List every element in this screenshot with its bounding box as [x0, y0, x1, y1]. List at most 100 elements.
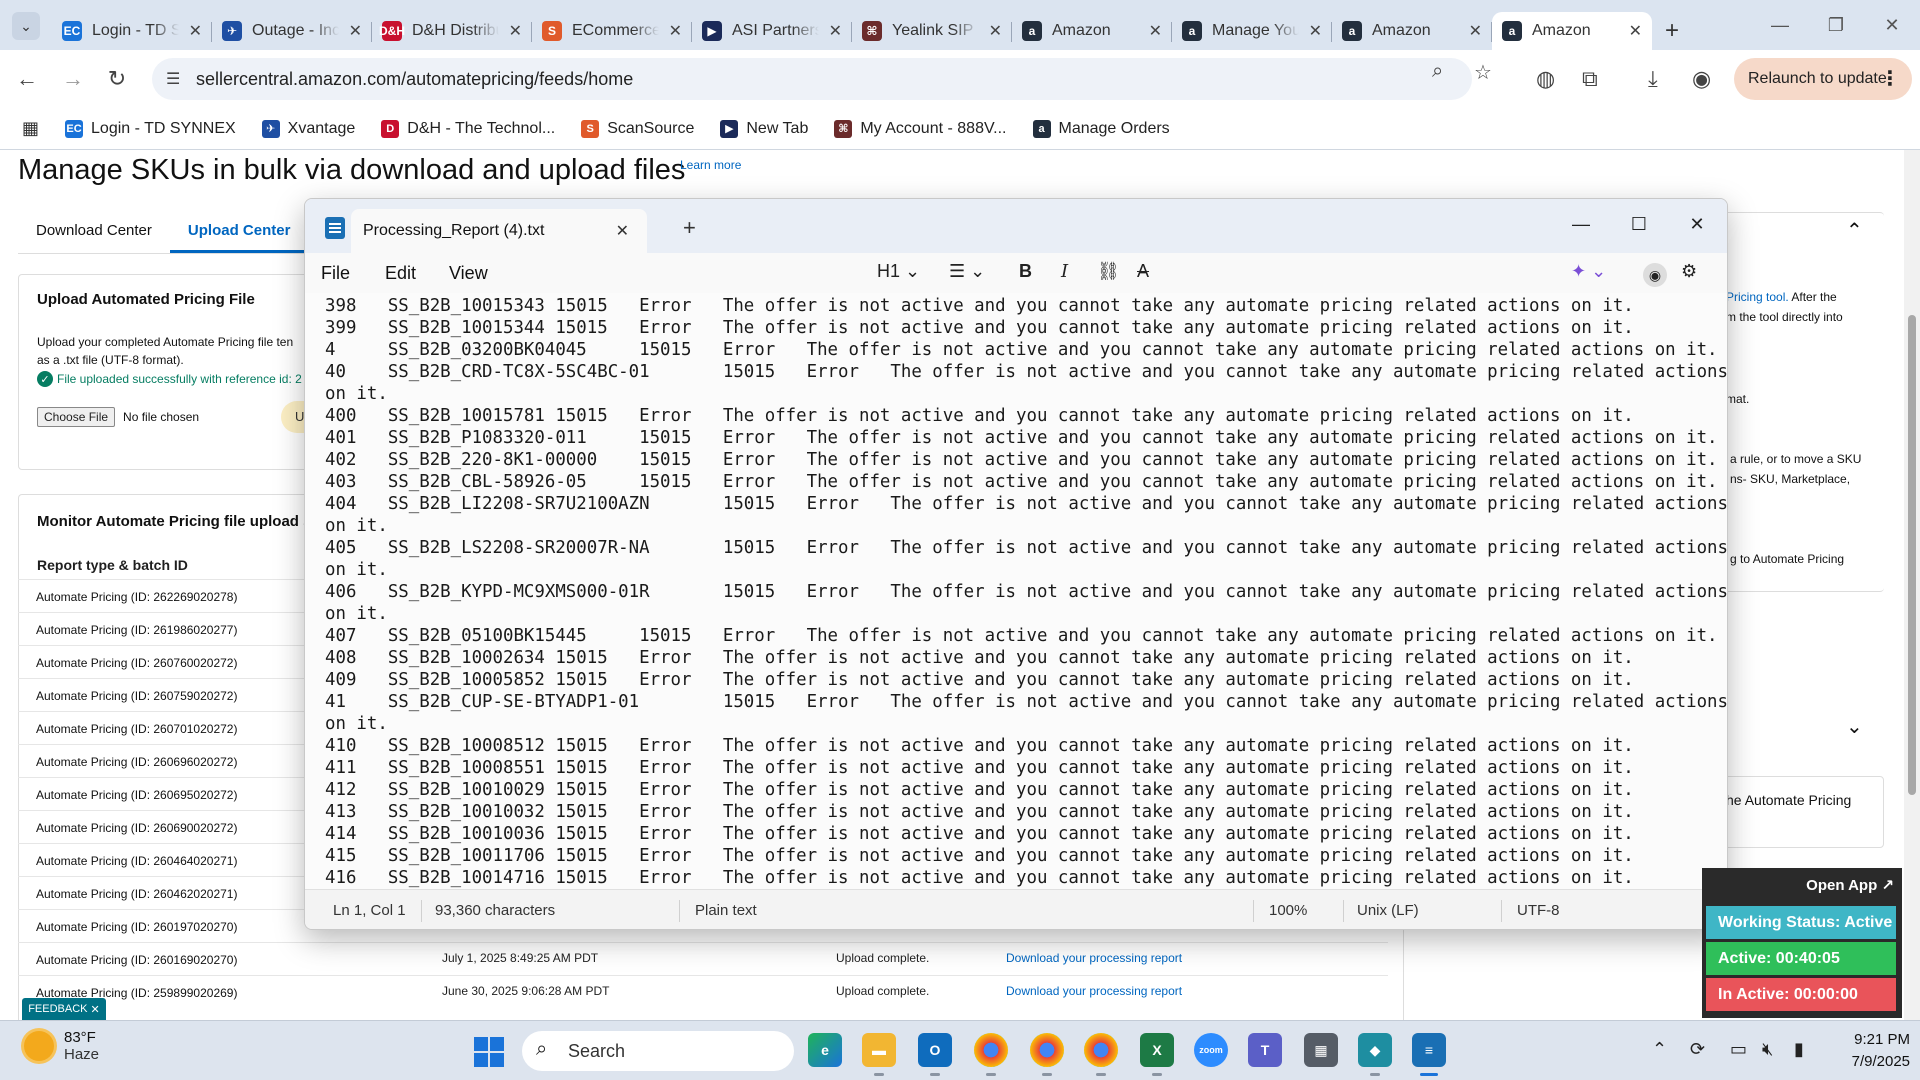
browser-tab[interactable]: a Amazon ✕ [1492, 12, 1652, 50]
close-tab-icon[interactable]: ✕ [1149, 21, 1162, 41]
collapse-chevron-up-icon[interactable]: ⌃ [1846, 218, 1863, 243]
profile-avatar-icon[interactable]: ◉ [1692, 66, 1711, 92]
italic-icon[interactable]: I [1061, 261, 1068, 282]
close-window-icon[interactable]: ✕ [1864, 0, 1920, 50]
link-icon[interactable]: ⛓ [1097, 261, 1120, 282]
more-menu-icon[interactable]: ⋮ [1880, 66, 1900, 91]
restore-window-icon[interactable]: ❐ [1808, 0, 1864, 50]
scrollbar-thumb[interactable] [1908, 315, 1916, 795]
notepad-file-tab[interactable]: Processing_Report (4).txt ✕ [351, 209, 647, 253]
back-arrow-icon[interactable]: ← [12, 64, 42, 94]
teams-icon[interactable]: T [1248, 1033, 1282, 1067]
settings-gear-icon[interactable]: ⚙ [1681, 261, 1697, 282]
clear-formatting-icon[interactable]: A [1137, 261, 1149, 282]
close-tab-icon[interactable]: ✕ [1629, 21, 1642, 41]
display-icon[interactable]: ▭ [1730, 1039, 1747, 1060]
reload-icon[interactable]: ↻ [102, 64, 132, 94]
menu-view[interactable]: View [449, 263, 488, 284]
cursor-position: Ln 1, Col 1 [333, 902, 406, 919]
site-info-icon[interactable]: ☰ [166, 69, 180, 89]
heading-dropdown[interactable]: H1 ⌄ [877, 261, 920, 282]
notepad-minimize-icon[interactable]: — [1561, 209, 1601, 239]
tab-download-center[interactable]: Download Center [18, 208, 170, 253]
close-tab-icon[interactable]: ✕ [669, 21, 682, 41]
close-tab-icon[interactable]: ✕ [1309, 21, 1322, 41]
windows-start-icon[interactable] [474, 1037, 504, 1067]
close-tab-icon[interactable]: ✕ [829, 21, 842, 41]
battery-icon[interactable]: ▮ [1794, 1039, 1804, 1060]
taskbar-search[interactable]: ⌕ Search [522, 1031, 794, 1071]
bookmark-item[interactable]: EC Login - TD SYNNEX [65, 119, 236, 138]
bookmark-item[interactable]: S ScanSource [581, 119, 694, 138]
tab-search-chevron-icon[interactable]: ⌄ [12, 12, 40, 40]
menu-edit[interactable]: Edit [385, 263, 416, 284]
speaker-muted-icon[interactable]: 🔇︎ [1762, 1039, 1773, 1060]
sync-icon[interactable]: ⟳ [1690, 1039, 1705, 1060]
close-tab-icon[interactable]: ✕ [349, 21, 362, 41]
weather-widget[interactable]: 83°F Haze [24, 1029, 99, 1063]
download-report-link[interactable]: Download your processing report [1006, 951, 1182, 965]
calculator-icon[interactable]: ▦ [1304, 1033, 1338, 1067]
download-report-link[interactable]: Download your processing report [1006, 984, 1182, 998]
tab-title: Outage - Incidents [252, 22, 339, 39]
excel-icon[interactable]: X [1140, 1033, 1174, 1076]
learn-more-link[interactable]: Learn more [680, 158, 741, 172]
bookmark-item[interactable]: ▶ New Tab [720, 119, 808, 138]
notepad-maximize-icon[interactable]: ☐ [1619, 209, 1659, 239]
new-tab-plus-icon[interactable]: + [1652, 12, 1692, 50]
chrome-profile-icon[interactable] [1084, 1033, 1118, 1076]
account-icon[interactable]: ◉ [1643, 263, 1667, 287]
close-tab-icon[interactable]: ✕ [509, 21, 522, 41]
close-tab-icon[interactable]: ✕ [616, 221, 629, 241]
notepad-close-icon[interactable]: ✕ [1677, 209, 1717, 239]
browser-tab[interactable]: ▶ ASI Partners ✕ [692, 12, 852, 50]
tab-upload-center[interactable]: Upload Center [169, 208, 309, 253]
page-scrollbar[interactable] [1904, 150, 1920, 1020]
zoom-icon[interactable]: zoom [1194, 1033, 1228, 1067]
edge-icon[interactable]: e [808, 1033, 842, 1067]
browser-tab[interactable]: EC Login - TD SYNNEX ✕ [52, 12, 212, 50]
new-tab-plus-icon[interactable]: + [683, 215, 696, 241]
menu-file[interactable]: File [321, 263, 350, 284]
relaunch-to-update-button[interactable]: Relaunch to update ⋮ [1734, 58, 1912, 100]
bookmark-item[interactable]: ⌘ My Account - 888V... [834, 119, 1007, 138]
chrome-profile-icon[interactable] [1030, 1033, 1064, 1076]
browser-tab[interactable]: ⌘ Yealink SIP ✕ [852, 12, 1012, 50]
browser-tab[interactable]: a Manage Your ✕ [1172, 12, 1332, 50]
forward-arrow-icon[interactable]: → [58, 64, 88, 94]
bookmark-item[interactable]: ✈ Xvantage [261, 119, 355, 138]
minimize-window-icon[interactable]: — [1752, 0, 1808, 50]
bold-icon[interactable]: B [1019, 261, 1032, 282]
translate-globe-icon[interactable]: ◍ [1536, 66, 1555, 92]
list-dropdown-icon[interactable]: ☰ ⌄ [949, 261, 985, 282]
browser-tab[interactable]: a Amazon ✕ [1332, 12, 1492, 50]
chrome-icon[interactable] [974, 1033, 1008, 1076]
notepad-icon[interactable]: ≡ [1412, 1033, 1446, 1076]
close-tab-icon[interactable]: ✕ [1469, 21, 1482, 41]
outlook-icon[interactable]: O [918, 1033, 952, 1076]
browser-tab[interactable]: a Amazon ✕ [1012, 12, 1172, 50]
url-bar[interactable]: ☰ sellercentral.amazon.com/automateprici… [152, 58, 1472, 100]
bookmark-item[interactable]: a Manage Orders [1032, 119, 1170, 138]
system-clock[interactable]: 9:21 PM 7/9/2025 [1830, 1029, 1910, 1073]
expand-chevron-down-icon[interactable]: ⌄ [1846, 714, 1863, 739]
browser-tab[interactable]: S ECommerce ✕ [532, 12, 692, 50]
browser-tab[interactable]: D&H D&H Distributing ✕ [372, 12, 532, 50]
close-tab-icon[interactable]: ✕ [989, 21, 1002, 41]
show-hidden-icons-chevron[interactable]: ⌃ [1652, 1039, 1667, 1060]
bookmark-item[interactable]: D D&H - The Technol... [381, 119, 555, 138]
copilot-icon[interactable]: ✦ ⌄ [1571, 261, 1606, 282]
file-explorer-icon[interactable]: ▬ [862, 1033, 896, 1076]
zoom-search-icon[interactable]: ⌕ [1432, 60, 1443, 83]
open-app-button[interactable]: Open App ↗ [1806, 876, 1894, 894]
bookmark-star-icon[interactable]: ☆ [1474, 60, 1492, 85]
extensions-puzzle-icon[interactable]: ⧉ [1582, 66, 1598, 92]
browser-tab[interactable]: ✈ Outage - Incidents ✕ [212, 12, 372, 50]
app-diamond-icon[interactable]: ◆ [1358, 1033, 1392, 1076]
notepad-text-area[interactable]: 398 SS_B2B_10015343 15015 Error The offe… [305, 293, 1727, 889]
download-icon[interactable]: ⤓ [1648, 66, 1658, 92]
feedback-button[interactable]: FEEDBACK ✕ [22, 998, 106, 1020]
close-tab-icon[interactable]: ✕ [189, 21, 202, 41]
choose-file-button[interactable]: Choose File [37, 407, 116, 427]
apps-grid-icon[interactable]: ▦ [22, 118, 39, 139]
